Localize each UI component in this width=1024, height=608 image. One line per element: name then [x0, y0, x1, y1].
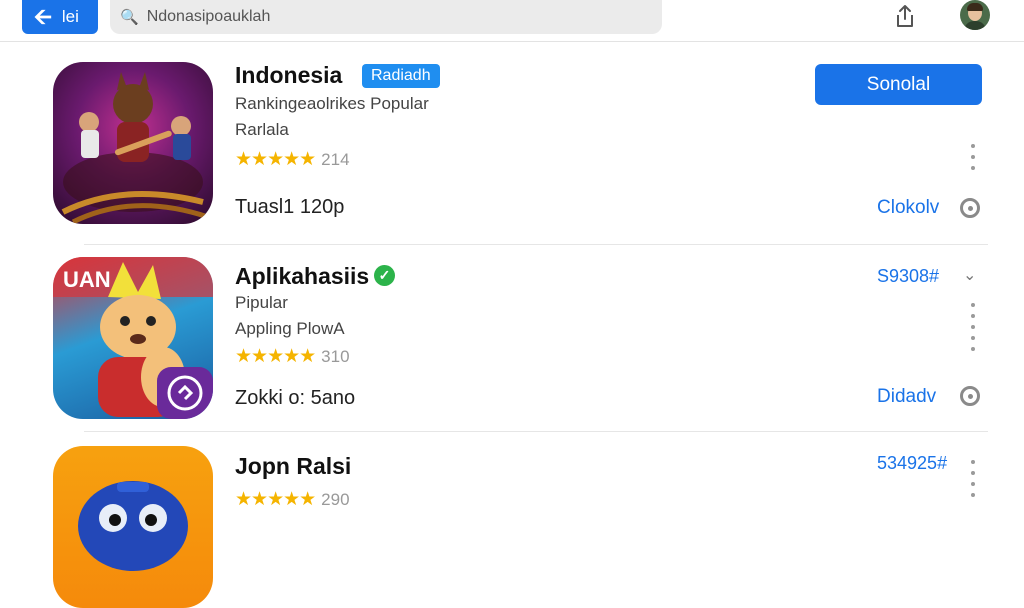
app-subtitle: Rankingeaolrikes Popular — [235, 94, 429, 113]
app-subtitle: Pipular — [235, 293, 288, 312]
app-category: Appling PlowA — [235, 319, 345, 338]
rating-count: 310 — [321, 346, 350, 366]
app-size: Tuasl1 120p — [235, 196, 345, 218]
user-avatar[interactable] — [960, 0, 990, 30]
app-rating: ★★★★★ 310 — [235, 345, 350, 368]
info-circle-icon[interactable] — [960, 198, 980, 218]
info-circle-icon[interactable] — [960, 386, 980, 406]
star-rating-icon: ★★★★★ — [235, 346, 316, 367]
star-rating-icon: ★★★★★ — [235, 489, 316, 510]
app-icon-label: UAN — [63, 267, 111, 292]
arrow-left-icon: 🡨 — [34, 4, 52, 29]
chevron-down-icon[interactable]: ⌄ — [963, 265, 976, 285]
app-price[interactable]: S9308# — [877, 266, 939, 287]
app-icon[interactable] — [53, 62, 213, 224]
more-options-icon[interactable] — [970, 144, 976, 170]
star-rating-icon: ★★★★★ — [235, 149, 316, 170]
search-input[interactable]: Ndonasipoauklah — [147, 8, 271, 26]
rating-count: 214 — [321, 149, 350, 169]
app-badge: Radiadh — [362, 64, 440, 88]
search-icon: 🔍 — [120, 9, 139, 26]
install-button[interactable]: Sonolal — [815, 64, 982, 105]
app-icon[interactable] — [53, 446, 213, 608]
top-bar: 🡨 lei 🔍 Ndonasipoauklah — [0, 0, 1024, 42]
search-bar[interactable]: 🔍 Ndonasipoauklah — [110, 0, 662, 34]
app-icon[interactable]: UAN — [53, 257, 213, 419]
details-link[interactable]: Clokolv — [877, 197, 939, 219]
app-category: Rarlala — [235, 120, 289, 139]
app-rating: ★★★★★ 290 — [235, 488, 350, 511]
app-list-item[interactable]: UAN Aplikahasiis ✓ Pipular Appling PlowA… — [0, 245, 1024, 432]
share-icon[interactable] — [892, 3, 918, 29]
app-rating: ★★★★★ 214 — [235, 148, 350, 171]
app-title[interactable]: Aplikahasiis — [235, 263, 369, 290]
back-button[interactable]: 🡨 lei — [22, 0, 98, 34]
app-list-item[interactable]: Jopn Ralsi ★★★★★ 290 534925# — [0, 432, 1024, 608]
rating-count: 290 — [321, 489, 350, 509]
app-size: Zokki o: 5ano — [235, 387, 356, 409]
app-price[interactable]: 534925# — [877, 453, 947, 474]
app-list-item[interactable]: Indonesia Radiadh Rankingeaolrikes Popul… — [0, 42, 1024, 245]
more-options-icon[interactable] — [970, 460, 976, 497]
details-link[interactable]: Didadv — [877, 386, 936, 408]
check-circle-icon: ✓ — [374, 265, 395, 286]
app-title[interactable]: Indonesia — [235, 62, 342, 89]
app-title[interactable]: Jopn Ralsi — [235, 453, 351, 480]
more-options-icon[interactable] — [970, 303, 976, 351]
back-label: lei — [61, 7, 79, 26]
